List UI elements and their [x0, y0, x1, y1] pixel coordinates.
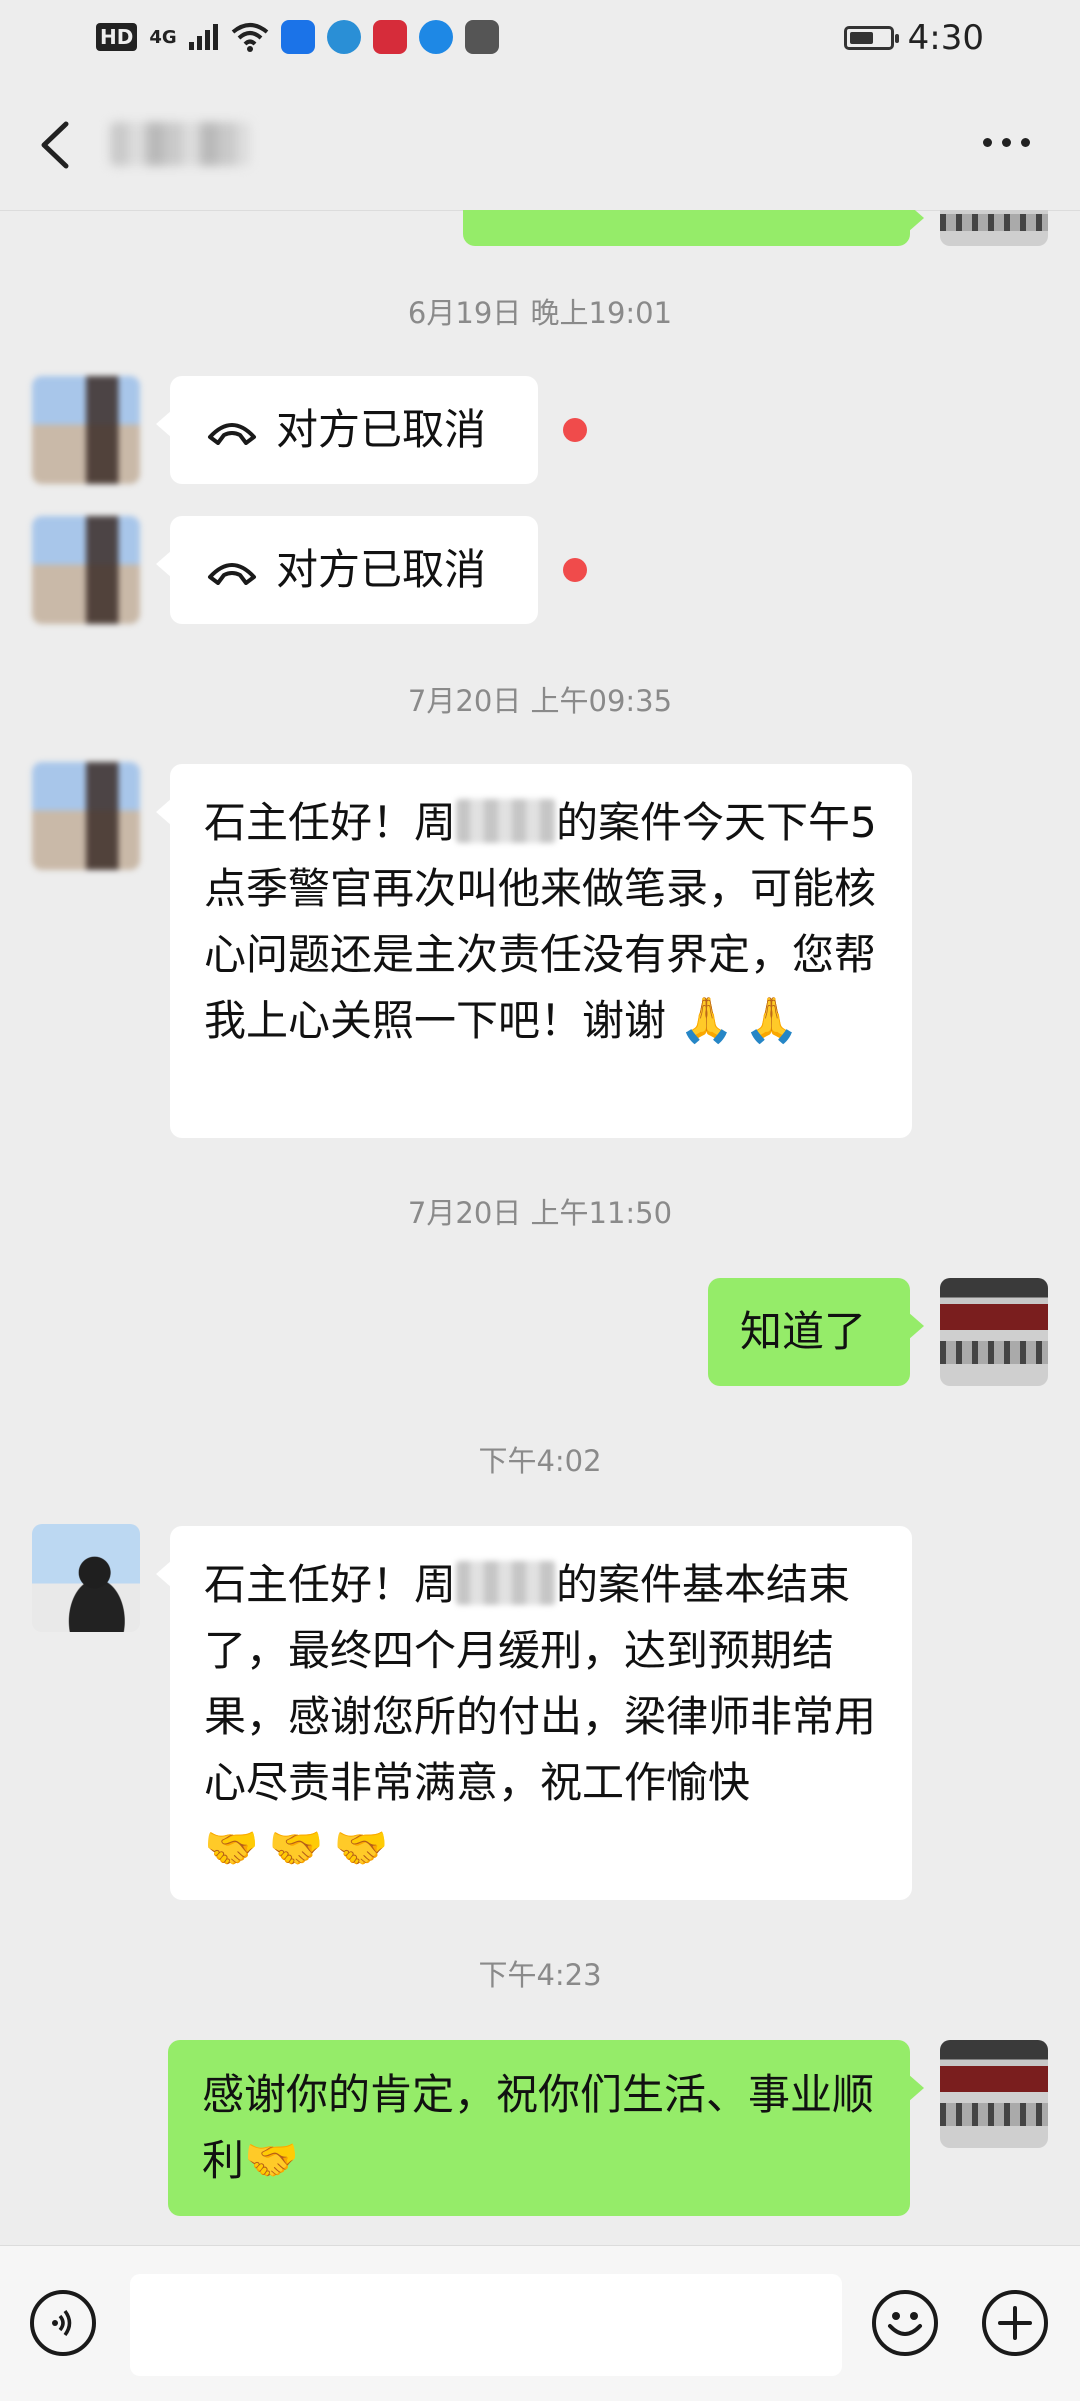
- reader-icon: [372, 20, 407, 54]
- redacted-name: [456, 1561, 557, 1605]
- message-bubble-sent[interactable]: 知道了: [708, 1278, 924, 1386]
- avatar-self[interactable]: [940, 2040, 1048, 2148]
- unread-dot: [563, 418, 587, 442]
- avatar-self[interactable]: [940, 210, 1048, 246]
- chevron-left-icon[interactable]: [36, 120, 76, 170]
- chat-header: [0, 80, 1080, 211]
- timestamp: 6月19日 晚上19:01: [407, 296, 673, 330]
- message-input[interactable]: [130, 2274, 842, 2376]
- status-right: 4:30: [843, 18, 984, 58]
- weibo-icon: [326, 20, 361, 54]
- handshake-emoji-icon: 🤝: [268, 1823, 324, 1874]
- status-left: HD 4G: [96, 20, 499, 54]
- timestamp: 7月20日 上午09:35: [407, 684, 673, 718]
- avatar-contact[interactable]: [32, 516, 140, 624]
- smiley-face-icon: [888, 2312, 922, 2336]
- timestamp: 7月20日 上午11:50: [407, 1196, 673, 1230]
- chat-history[interactable]: 6月19日 晚上19:01 对方已取消 对方已取消 7月20日 上午09:35 …: [0, 210, 1080, 2245]
- emoji-row: 🤝 🤝 🤝: [204, 1816, 388, 1882]
- phone-hangup-icon: [208, 423, 256, 445]
- input-bar: [0, 2245, 1080, 2401]
- message-text: 知道了: [740, 1307, 867, 1356]
- battery-icon: [843, 26, 899, 50]
- message-bubble-sent[interactable]: [463, 210, 924, 246]
- message-bubble-received[interactable]: 石主任好！周 的案件基本结束了，最终四个月缓刑，达到预期结果，感谢您所的付出，梁律…: [156, 1526, 912, 1900]
- message-text: 石主任好！周: [204, 798, 457, 847]
- timestamp: 下午4:02: [478, 1444, 602, 1478]
- more-dots-icon[interactable]: [983, 138, 1030, 147]
- emoji-icon[interactable]: [872, 2290, 938, 2356]
- avatar-self[interactable]: [940, 1278, 1048, 1386]
- message-text: 石主任好！周: [204, 1560, 457, 1609]
- handshake-emoji-icon: 🤝: [244, 2135, 299, 2186]
- status-bar: HD 4G 4:30: [0, 0, 1080, 80]
- plus-sign-icon: [998, 2306, 1032, 2340]
- call-record-bubble[interactable]: 对方已取消: [156, 516, 538, 624]
- signal-icon: [188, 24, 218, 50]
- avatar-contact[interactable]: [32, 376, 140, 484]
- timestamp: 下午4:23: [478, 1958, 602, 1992]
- plus-icon[interactable]: [982, 2290, 1048, 2356]
- message-text: 感谢你的肯定，祝你们生活、事业顺利: [202, 2070, 875, 2185]
- app-icon: [418, 20, 453, 54]
- handshake-emoji-icon: 🤝: [204, 1823, 259, 1874]
- unread-dot: [563, 558, 587, 582]
- signal-label: 4G: [149, 26, 177, 48]
- message-bubble-sent[interactable]: 感谢你的肯定，祝你们生活、事业顺利🤝: [168, 2040, 924, 2216]
- hd-label: HD: [96, 23, 138, 51]
- hms-icon: [464, 20, 499, 54]
- handshake-emoji-icon: 🤝: [333, 1823, 389, 1874]
- avatar-contact[interactable]: [32, 762, 140, 870]
- call-status-label: 对方已取消: [276, 405, 487, 454]
- emoji-row: 🙏 🙏: [679, 988, 799, 1054]
- message-bubble-received[interactable]: 石主任好！周 的案件今天下午5点季警官再次叫他来做笔录，可能核心问题还是主次责任没…: [156, 764, 912, 1138]
- voice-wave-icon: [52, 2309, 72, 2337]
- wifi-icon: [231, 23, 268, 52]
- clock: 4:30: [907, 18, 984, 58]
- pray-emoji-icon: 🙏: [679, 995, 735, 1046]
- call-record-bubble[interactable]: 对方已取消: [156, 376, 538, 484]
- browser-icon: [280, 20, 315, 54]
- contact-name-redacted: [110, 122, 250, 166]
- voice-input-icon[interactable]: [30, 2290, 96, 2356]
- pray-emoji-icon: 🙏: [744, 995, 799, 1046]
- phone-hangup-icon: [208, 563, 256, 585]
- avatar-contact[interactable]: [32, 1524, 140, 1632]
- redacted-name: [456, 799, 557, 843]
- call-status-label: 对方已取消: [276, 545, 487, 594]
